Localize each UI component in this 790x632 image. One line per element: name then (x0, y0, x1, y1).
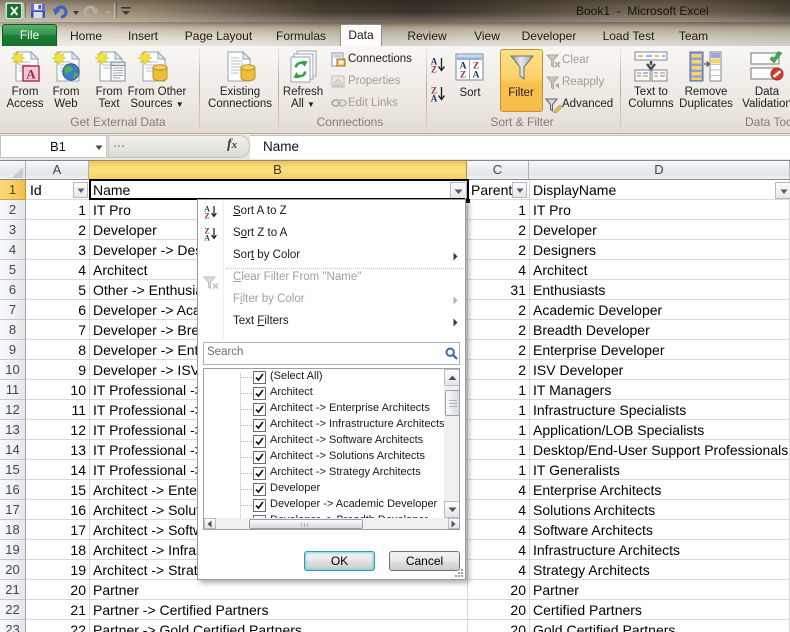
svg-text:Z: Z (431, 65, 437, 75)
svg-text:A: A (473, 71, 480, 81)
svg-text:A: A (26, 67, 36, 82)
svg-text:A: A (204, 234, 210, 243)
svg-text:Z: Z (460, 71, 466, 81)
svg-text:A: A (431, 94, 438, 104)
svg-text:Z: Z (204, 212, 209, 221)
